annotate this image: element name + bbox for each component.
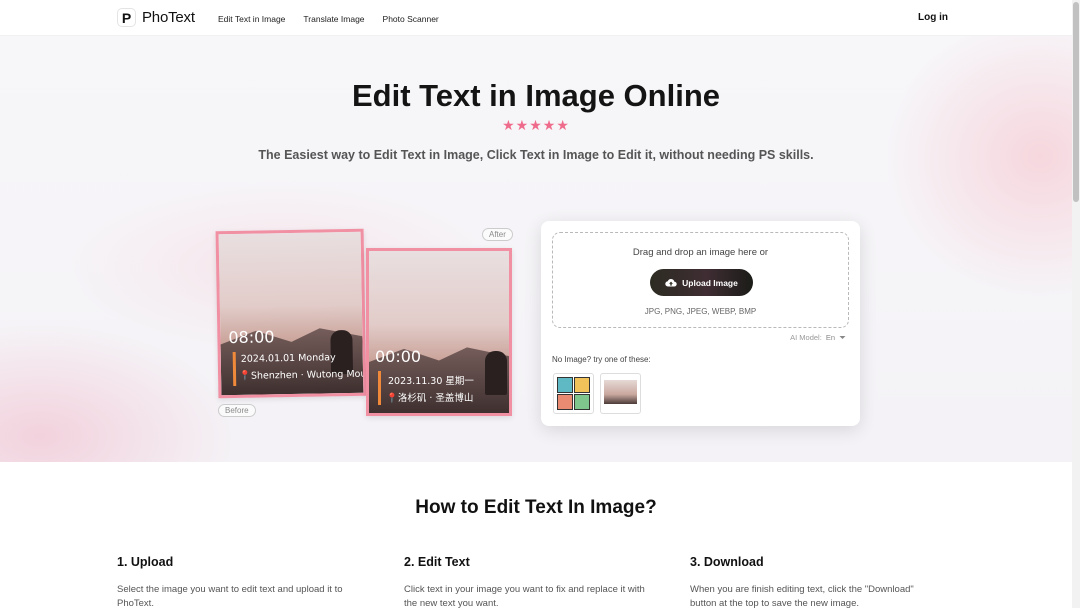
phottext-logo-icon: P: [117, 8, 136, 27]
nav-photo-scanner[interactable]: Photo Scanner: [383, 14, 439, 24]
after-time-text: 00:00: [375, 347, 422, 366]
upload-card: Drag and drop an image here or Upload Im…: [541, 221, 860, 426]
rating-stars: ★★★★★: [502, 117, 570, 133]
brand-logo[interactable]: P PhoText: [117, 8, 195, 27]
scrollbar-thumb[interactable]: [1073, 2, 1079, 202]
main-nav: Edit Text in Image Translate Image Photo…: [218, 14, 439, 24]
ai-model-label: AI Model:: [790, 333, 822, 342]
step-title: 3. Download: [690, 555, 764, 569]
upload-image-button[interactable]: Upload Image: [650, 269, 753, 296]
top-nav-bar: P PhoText Edit Text in Image Translate I…: [0, 0, 1072, 36]
step-download: 3. Download When you are finish editing …: [690, 555, 940, 608]
before-time-text: 08:00: [228, 327, 275, 348]
nav-translate-image[interactable]: Translate Image: [303, 14, 364, 24]
before-label: Before: [218, 404, 256, 417]
after-label: After: [482, 228, 513, 241]
login-link[interactable]: Log in: [918, 12, 948, 23]
after-date-text: 2023.11.30 星期一: [388, 376, 474, 387]
before-date-text: 2024.01.01 Monday: [240, 352, 336, 365]
hero-subtitle: The Easiest way to Edit Text in Image, C…: [258, 148, 814, 162]
page-title: Edit Text in Image Online: [351, 78, 721, 113]
image-dropzone[interactable]: Drag and drop an image here or Upload Im…: [552, 232, 849, 328]
before-example-image: 08:00 2024.01.01 Monday 📍Shenzhen · Wuto…: [215, 228, 367, 399]
sample-image-comic[interactable]: [553, 373, 594, 414]
after-location-text: 📍洛杉矶 · 圣盖博山: [386, 393, 474, 404]
ai-model-selector[interactable]: AI Model: En: [790, 333, 846, 342]
nav-edit-text-in-image[interactable]: Edit Text in Image: [218, 14, 285, 24]
chevron-down-icon[interactable]: [839, 333, 846, 342]
step-title: 2. Edit Text: [404, 555, 470, 569]
before-location-text: 📍Shenzhen · Wutong Moun: [238, 368, 367, 382]
supported-formats: JPG, PNG, JPEG, WEBP, BMP: [644, 307, 757, 316]
step-edit-text: 2. Edit Text Click text in your image yo…: [404, 555, 654, 608]
page-scrollbar[interactable]: [1072, 0, 1080, 608]
sample-images-label: No Image? try one of these:: [552, 355, 651, 364]
sample-image-sunset[interactable]: [600, 373, 641, 414]
step-title: 1. Upload: [117, 555, 174, 569]
step-upload: 1. Upload Select the image you want to e…: [117, 555, 367, 608]
brand-name: PhoText: [142, 9, 195, 26]
cloud-upload-icon: [665, 278, 677, 287]
step-description: When you are finish editing text, click …: [690, 584, 914, 608]
upload-button-label: Upload Image: [682, 277, 738, 288]
step-description: Click text in your image you want to fix…: [404, 584, 645, 608]
drag-drop-text: Drag and drop an image here or: [632, 247, 769, 258]
after-example-image: 00:00 2023.11.30 星期一 📍洛杉矶 · 圣盖博山: [366, 248, 512, 416]
howto-title: How to Edit Text In Image?: [415, 497, 657, 518]
step-description: Select the image you want to edit text a…: [117, 584, 343, 608]
ai-model-value[interactable]: En: [826, 333, 835, 342]
